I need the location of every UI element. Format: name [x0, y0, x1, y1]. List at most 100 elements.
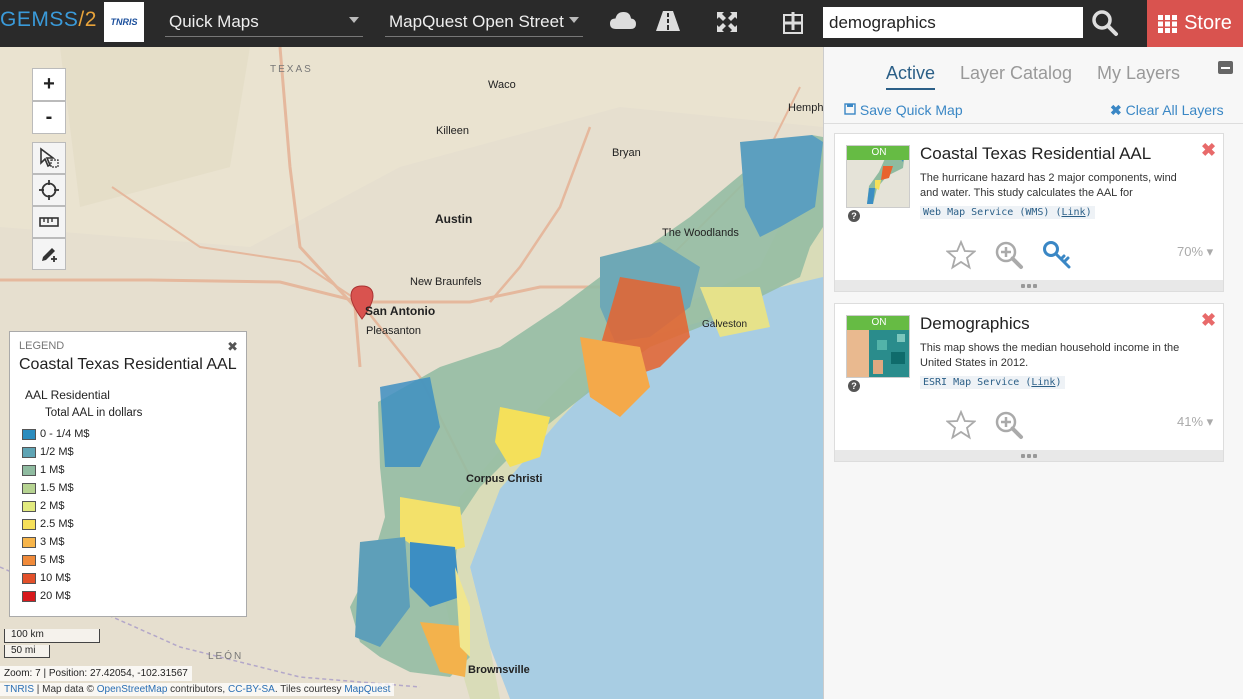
legend-item: 0 - 1/4 M$: [22, 425, 237, 443]
zoom-to-layer-icon[interactable]: [994, 410, 1024, 440]
zoom-out-button[interactable]: -: [32, 101, 66, 134]
quick-maps-dropdown[interactable]: Quick Maps: [165, 6, 363, 37]
service-link[interactable]: Link: [1061, 207, 1085, 218]
legend-heading: LEGEND: [19, 340, 65, 352]
locate-tool-button[interactable]: [32, 174, 66, 206]
legend-item: 2 M$: [22, 497, 237, 515]
app-brand[interactable]: GEMSS/2: [0, 8, 97, 32]
tnris-logo[interactable]: TNRIS: [104, 2, 144, 42]
legend-item: 3 M$: [22, 533, 237, 551]
scale-bar: 100 km 50 mi: [4, 629, 100, 658]
map-label-new-braunfels: New Braunfels: [410, 276, 482, 288]
legend-layer-name: AAL Residential: [25, 388, 110, 402]
legend-item: 20 M$: [22, 587, 237, 605]
service-paren: ): [1085, 207, 1092, 218]
measure-tool-button[interactable]: [32, 206, 66, 238]
tnris-link[interactable]: TNRIS: [4, 684, 34, 695]
favorite-star-icon[interactable]: [945, 239, 977, 270]
search-button[interactable]: [1090, 8, 1124, 38]
remove-layer-icon[interactable]: ✖: [1201, 310, 1216, 331]
layers-panel: Active Layer Catalog My Layers Save Quic…: [823, 47, 1243, 699]
layer-on-badge[interactable]: ON: [847, 316, 909, 330]
service-paren: ): [1055, 377, 1062, 388]
divider: [824, 123, 1243, 124]
chevron-down-icon: [349, 17, 359, 23]
add-layer-icon[interactable]: [780, 10, 808, 36]
save-icon: [844, 103, 856, 115]
legend-item: 1 M$: [22, 461, 237, 479]
layer-service: Web Map Service (WMS) (Link): [920, 206, 1095, 219]
store-button[interactable]: Store: [1147, 0, 1243, 47]
draw-tool-button[interactable]: [32, 238, 66, 270]
opacity-dropdown[interactable]: 41% ▾: [1177, 414, 1213, 430]
legend-item: 10 M$: [22, 569, 237, 587]
road-icon[interactable]: [654, 10, 682, 36]
legend-item-label: 1/2 M$: [40, 446, 74, 458]
tab-layer-catalog[interactable]: Layer Catalog: [960, 63, 1072, 84]
legend-item-label: 1 M$: [40, 464, 65, 476]
card-drag-handle[interactable]: [835, 450, 1223, 461]
select-icon: [40, 147, 59, 168]
legend-title: Coastal Texas Residential AAL: [19, 356, 237, 373]
mapquest-link[interactable]: MapQuest: [344, 684, 390, 695]
legend-swatch: [22, 428, 36, 440]
zoom-in-button[interactable]: +: [32, 68, 66, 101]
collapse-panel-button[interactable]: [1218, 61, 1233, 74]
map-canvas[interactable]: + - TEXAS Waco Bryan Killeen Austin The …: [0, 47, 823, 699]
save-quick-map-button[interactable]: Save Quick Map: [844, 102, 963, 118]
legend-item-label: 1.5 M$: [40, 482, 74, 494]
legend-close-icon[interactable]: ✖: [227, 339, 238, 355]
map-label-leon: LEÓN: [208, 651, 244, 662]
layer-on-badge[interactable]: ON: [847, 146, 909, 160]
caret-down-icon: ▾: [1206, 414, 1214, 429]
select-tool-button[interactable]: [32, 142, 66, 174]
save-quick-map-label: Save Quick Map: [859, 102, 963, 118]
tab-active[interactable]: Active: [886, 63, 936, 90]
search-icon: [1092, 10, 1118, 36]
layer-thumbnail[interactable]: ON: [846, 315, 910, 378]
chevron-down-icon: [569, 17, 579, 23]
legend-swatch: [22, 482, 36, 494]
card-drag-handle[interactable]: [835, 280, 1223, 291]
legend-swatch: [22, 446, 36, 458]
legend-swatch: [22, 536, 36, 548]
ruler-icon: [39, 217, 59, 227]
remove-layer-icon[interactable]: ✖: [1201, 140, 1216, 161]
layer-service: ESRI Map Service (Link): [920, 376, 1065, 389]
map-label-san-antonio: San Antonio: [365, 304, 436, 318]
legend-swatch: [22, 518, 36, 530]
key-icon[interactable]: [1042, 240, 1072, 270]
search-input[interactable]: [823, 7, 1083, 38]
scale-km: 100 km: [4, 629, 100, 643]
clear-all-layers-button[interactable]: ✖ Clear All Layers: [1110, 102, 1224, 119]
service-link[interactable]: Link: [1031, 377, 1055, 388]
map-label-bryan: Bryan: [612, 147, 641, 159]
close-icon: ✖: [1110, 102, 1122, 118]
brand-version: 2: [84, 8, 97, 31]
map-label-texas: TEXAS: [270, 64, 313, 75]
layer-thumbnail[interactable]: ON: [846, 145, 910, 208]
draw-icon: [42, 248, 57, 262]
service-type: ESRI Map Service (: [923, 377, 1032, 388]
map-label-waco: Waco: [488, 79, 516, 91]
legend-item-label: 10 M$: [40, 572, 71, 584]
legend-item-label: 5 M$: [40, 554, 65, 566]
legend-items: 0 - 1/4 M$ 1/2 M$ 1 M$ 1.5 M$ 2 M$ 2.5 M$ 3 M$…: [19, 425, 237, 605]
basemap-dropdown[interactable]: MapQuest Open Street: [385, 6, 583, 37]
legend-item-label: 0 - 1/4 M$: [40, 428, 90, 440]
cc-link[interactable]: CC-BY-SA: [228, 684, 275, 695]
tab-my-layers[interactable]: My Layers: [1097, 63, 1180, 84]
scale-mi: 50 mi: [4, 645, 50, 658]
help-icon[interactable]: ?: [848, 210, 860, 222]
zoom-to-layer-icon[interactable]: [994, 240, 1024, 270]
favorite-star-icon[interactable]: [945, 409, 977, 440]
legend-swatch: [22, 572, 36, 584]
opacity-dropdown[interactable]: 70% ▾: [1177, 244, 1213, 260]
layer-card-aal: ON ? Coastal Texas Residential AAL The h…: [834, 133, 1224, 292]
map-status: Zoom: 7 | Position: 27.42054, -102.31567: [0, 666, 192, 681]
osm-link[interactable]: OpenStreetMap: [97, 684, 168, 695]
map-label-killeen: Killeen: [436, 125, 470, 137]
help-icon[interactable]: ?: [848, 380, 860, 392]
cloud-icon[interactable]: [609, 10, 637, 36]
fullscreen-icon[interactable]: [713, 10, 741, 36]
